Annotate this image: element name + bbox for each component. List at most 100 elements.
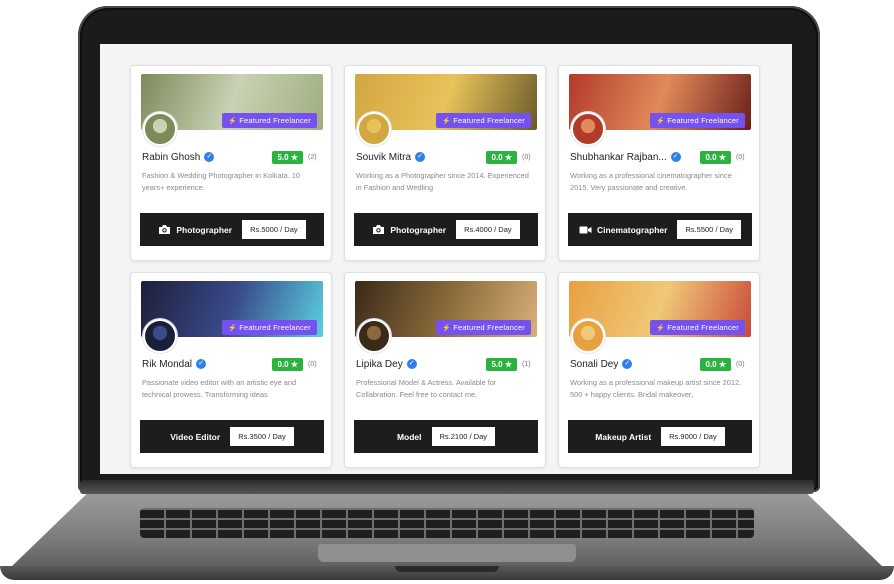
role-bar[interactable]: Makeup Artist Rs.9000 / Day <box>568 420 752 453</box>
review-count: (0) <box>308 360 317 368</box>
bolt-icon: ⚡ <box>442 118 452 125</box>
verified-icon: ✓ <box>204 152 215 162</box>
featured-badge-label: Featured Freelancer <box>667 116 739 125</box>
avatar[interactable] <box>357 112 391 146</box>
freelancer-description: Working as a Photographer since 2014. Ex… <box>356 171 529 192</box>
role-text: Photographer <box>176 224 233 235</box>
role-bar[interactable]: Model Rs.2100 / Day <box>354 420 538 453</box>
freelancer-card[interactable]: ⚡ Featured Freelancer Lipika Dey ✓ 5.0 ★ … <box>344 272 546 468</box>
featured-badge-label: Featured Freelancer <box>453 116 525 125</box>
role-label: Cinematographer <box>579 225 667 235</box>
featured-badge: ⚡ Featured Freelancer <box>650 113 745 128</box>
price-tag: Rs.5500 / Day <box>677 220 741 239</box>
trackpad <box>318 544 576 562</box>
review-count: (1) <box>522 360 531 368</box>
rating-badge: 5.0 ★ <box>486 357 517 371</box>
role-text: Makeup Artist <box>595 431 652 442</box>
freelancer-name[interactable]: Rabin Ghosh <box>142 152 200 163</box>
avatar[interactable] <box>357 319 391 353</box>
freelancer-name[interactable]: Rik Mondal <box>142 359 192 370</box>
price-tag: Rs.5000 / Day <box>242 220 306 239</box>
role-bar[interactable]: Video Editor Rs.3500 / Day <box>140 420 324 453</box>
featured-badge: ⚡ Featured Freelancer <box>436 113 531 128</box>
rating-value: 0.0 <box>705 359 717 369</box>
price-tag: Rs.3500 / Day <box>230 427 294 446</box>
rating-value: 5.0 <box>491 359 503 369</box>
role-label: Video Editor <box>170 432 220 442</box>
freelancer-card[interactable]: ⚡ Featured Freelancer Rabin Ghosh ✓ 5.0 ★… <box>130 65 332 261</box>
featured-badge-label: Featured Freelancer <box>667 323 739 332</box>
featured-badge-label: Featured Freelancer <box>239 116 311 125</box>
role-label: Makeup Artist <box>595 432 651 442</box>
featured-badge: ⚡ Featured Freelancer <box>436 320 531 335</box>
role-label: Photographer <box>158 224 232 235</box>
freelancer-description: Passionate video editor with an artistic… <box>142 378 297 399</box>
freelancer-name[interactable]: Sonali Dey <box>570 359 618 370</box>
bolt-icon: ⚡ <box>442 325 452 332</box>
role-text: Video Editor <box>170 431 221 442</box>
freelancer-grid: ⚡ Featured Freelancer Rabin Ghosh ✓ 5.0 ★… <box>130 65 770 468</box>
star-icon: ★ <box>290 359 298 369</box>
name-row: Souvik Mitra ✓ 0.0 ★ (0) <box>356 150 538 164</box>
verified-icon: ✓ <box>406 359 417 369</box>
review-count: (0) <box>522 153 531 161</box>
role-text: Photographer <box>390 224 447 235</box>
featured-badge-label: Featured Freelancer <box>239 323 311 332</box>
star-icon: ★ <box>504 359 512 369</box>
role-label: Photographer <box>372 224 446 235</box>
name-row: Rabin Ghosh ✓ 5.0 ★ (2) <box>142 150 324 164</box>
freelancer-name[interactable]: Lipika Dey <box>356 359 403 370</box>
laptop-base <box>0 478 894 584</box>
verified-icon: ✓ <box>670 152 681 162</box>
star-icon: ★ <box>290 152 298 162</box>
verified-icon: ✓ <box>622 359 633 369</box>
star-icon: ★ <box>718 152 726 162</box>
freelancer-card[interactable]: ⚡ Featured Freelancer Shubhankar Rajban..… <box>558 65 760 261</box>
name-row: Sonali Dey ✓ 0.0 ★ (0) <box>570 357 752 371</box>
featured-badge-label: Featured Freelancer <box>453 323 525 332</box>
star-icon: ★ <box>718 359 726 369</box>
freelancer-description: Professional Model & Actress. Available … <box>356 378 497 399</box>
name-row: Lipika Dey ✓ 5.0 ★ (1) <box>356 357 538 371</box>
bolt-icon: ⚡ <box>228 118 238 125</box>
rating-badge: 0.0 ★ <box>700 357 731 371</box>
avatar[interactable] <box>143 112 177 146</box>
featured-badge: ⚡ Featured Freelancer <box>222 320 317 335</box>
keyboard <box>140 508 754 538</box>
review-count: (0) <box>736 153 745 161</box>
rating-badge: 0.0 ★ <box>272 357 303 371</box>
rating-value: 0.0 <box>277 359 289 369</box>
price-tag: Rs.4000 / Day <box>456 220 520 239</box>
freelancer-card[interactable]: ⚡ Featured Freelancer Sonali Dey ✓ 0.0 ★ … <box>558 272 760 468</box>
freelancer-description: Working as a professional cinematographe… <box>570 171 732 192</box>
price-tag: Rs.9000 / Day <box>661 427 725 446</box>
review-count: (2) <box>308 153 317 161</box>
laptop-screen: ⚡ Featured Freelancer Rabin Ghosh ✓ 5.0 ★… <box>100 44 792 474</box>
avatar[interactable] <box>571 112 605 146</box>
avatar[interactable] <box>571 319 605 353</box>
role-label: Model <box>397 432 422 442</box>
freelancer-name[interactable]: Souvik Mitra <box>356 152 411 163</box>
role-bar[interactable]: Cinematographer Rs.5500 / Day <box>568 213 752 246</box>
role-bar[interactable]: Photographer Rs.5000 / Day <box>140 213 324 246</box>
review-count: (0) <box>736 360 745 368</box>
freelancer-card[interactable]: ⚡ Featured Freelancer Rik Mondal ✓ 0.0 ★ … <box>130 272 332 468</box>
price-tag: Rs.2100 / Day <box>431 427 496 446</box>
avatar[interactable] <box>143 319 177 353</box>
laptop-hinge <box>80 480 814 494</box>
role-bar[interactable]: Photographer Rs.4000 / Day <box>354 213 538 246</box>
rating-value: 5.0 <box>277 152 289 162</box>
rating-badge: 0.0 ★ <box>486 150 517 164</box>
video-camera-icon <box>579 225 592 235</box>
role-text: Cinematographer <box>597 224 668 235</box>
name-row: Shubhankar Rajban... ✓ 0.0 ★ (0) <box>570 150 752 164</box>
verified-icon: ✓ <box>415 152 426 162</box>
bolt-icon: ⚡ <box>656 118 666 125</box>
verified-icon: ✓ <box>196 359 207 369</box>
name-row: Rik Mondal ✓ 0.0 ★ (0) <box>142 357 324 371</box>
laptop-notch <box>395 566 499 572</box>
bolt-icon: ⚡ <box>228 325 238 332</box>
freelancer-card[interactable]: ⚡ Featured Freelancer Souvik Mitra ✓ 0.0 … <box>344 65 546 261</box>
freelancer-name[interactable]: Shubhankar Rajban... <box>570 152 667 163</box>
role-text: Model <box>396 431 422 442</box>
